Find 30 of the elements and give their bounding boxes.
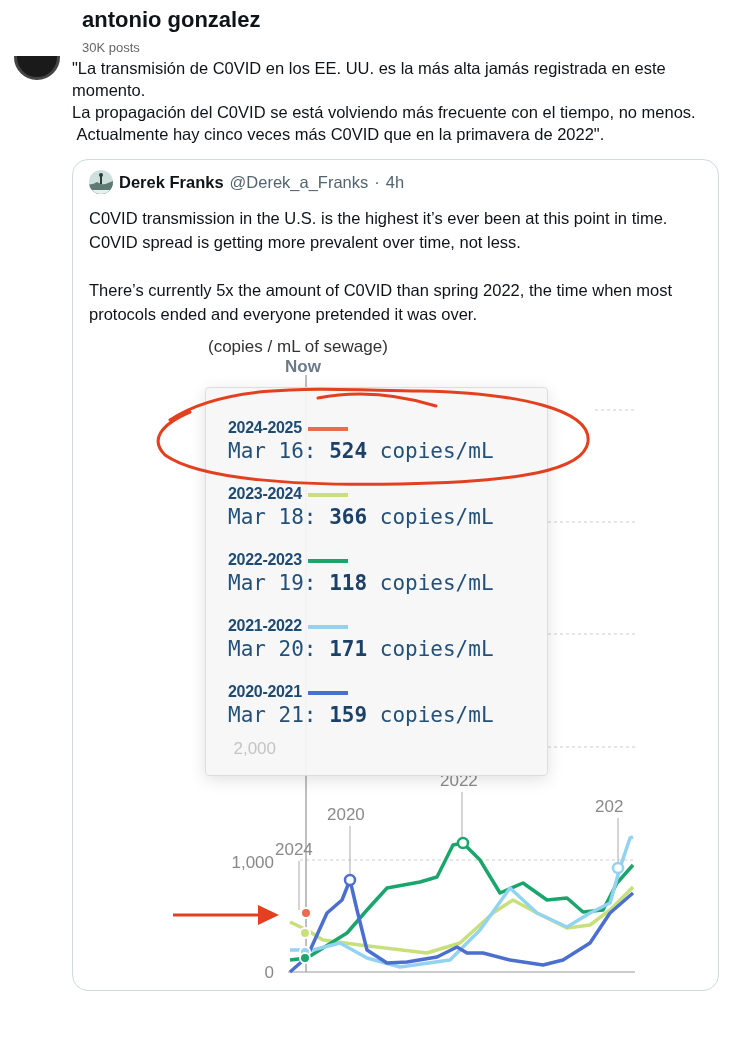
leader-line: [461, 791, 463, 839]
post-count: 30K posts: [82, 40, 140, 56]
leader-line: [617, 817, 619, 864]
reading-value: Mar 18: 366 copies/mL: [228, 504, 494, 530]
series-label: 2020-2021: [228, 682, 302, 702]
axis-title: (copies / mL of sewage): [208, 337, 388, 356]
quote-text: There’s currently 5x the amount of C0VID than spring 2022, the time when most protocols ended and everyone pretended it was over.: [88, 280, 673, 325]
reading-value: Mar 21: 159 copies/mL: [228, 702, 494, 728]
year-label: 202: [595, 797, 624, 816]
series-label: 2022-2023: [228, 550, 302, 570]
series-label: 2024-2025: [228, 418, 302, 438]
author-name[interactable]: Derek Franks: [119, 172, 224, 192]
series-label: 2023-2024: [228, 484, 302, 504]
axis-tick-label: 0: [264, 963, 274, 981]
separator: ·: [374, 172, 380, 192]
quote-text: C0VID transmission in the U.S. is the highest it’s ever been at this point in time. C0VID spread is getting more prevalent over time, not less.: [88, 208, 669, 253]
year-label: 2020: [327, 805, 365, 824]
profile-name: antonio gonzalez: [82, 6, 261, 34]
reading-value: Mar 20: 171 copies/mL: [228, 636, 494, 662]
leader-line: [298, 860, 300, 911]
series-label: 2021-2022: [228, 616, 302, 636]
reading-value: Mar 19: 118 copies/mL: [228, 570, 494, 596]
post-time[interactable]: 4h: [385, 172, 405, 192]
post-text: "La transmisión de C0VID en los EE. UU. es la más alta jamás registrada en este momento. La propagación del C0VID se está volviendo más frecuente con el tiempo, no menos. Actualmente hay cinco veces más C0VID que en la primavera de 2022".: [72, 58, 697, 145]
year-label: 2024: [275, 840, 313, 859]
reading-value: Mar 16: 524 copies/mL: [228, 438, 494, 464]
leader-line: [349, 825, 351, 876]
author-handle[interactable]: @Derek_a_Franks: [229, 172, 369, 192]
now-label: Now: [285, 357, 321, 376]
axis-tick-label: 1,000: [231, 853, 274, 872]
